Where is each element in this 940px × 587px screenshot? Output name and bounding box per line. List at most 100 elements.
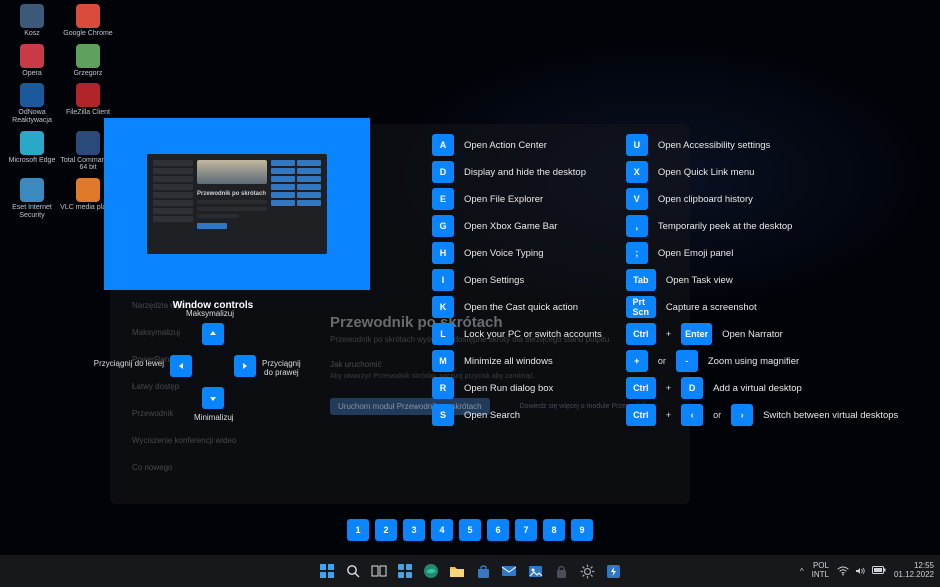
dpad-right-label: Przyciągnij do prawej (262, 359, 301, 377)
taskbar-taskview-icon[interactable] (368, 560, 390, 582)
shortcut-guide-thumbnail[interactable]: Przewodnik po skrótach (104, 118, 370, 290)
app-label: Google Chrome (63, 30, 112, 38)
shortcut-key: A (432, 134, 454, 156)
shortcut-key: S (432, 404, 454, 426)
taskbar-shortcut-7: 7 (515, 519, 537, 541)
shortcut-desc: Open Voice Typing (464, 248, 544, 259)
taskbar-settings-icon[interactable] (576, 560, 598, 582)
taskbar-lock-icon[interactable] (550, 560, 572, 582)
shortcut-row: AOpen Action Center (432, 134, 602, 156)
system-tray[interactable]: ^ POL INTL 12:55 01.12.2022 (800, 562, 934, 580)
desktop-icon-kosz[interactable]: Kosz (4, 4, 60, 38)
shortcut-desc: Open Xbox Game Bar (464, 221, 557, 232)
shortcut-desc: Add a virtual desktop (713, 383, 802, 394)
shortcut-row: +or-Zoom using magnifier (626, 350, 898, 372)
shortcut-key: › (731, 404, 753, 426)
shortcut-row: U Open Accessibility settings (626, 134, 898, 156)
shortcut-key: , (626, 215, 648, 237)
taskbar-mail-icon[interactable] (498, 560, 520, 582)
app-icon (76, 131, 100, 155)
app-icon (20, 131, 44, 155)
dpad-up-key[interactable] (202, 323, 224, 345)
wifi-icon[interactable] (837, 566, 849, 576)
shortcut-key: L (432, 323, 454, 345)
shortcut-desc: Open Search (464, 410, 520, 421)
desktop-icon-grzegorz[interactable]: Grzegorz (60, 44, 116, 78)
desktop-icon-opera[interactable]: Opera (4, 44, 60, 78)
shortcut-key: V (626, 188, 648, 210)
shortcut-desc: Open Narrator (722, 329, 783, 340)
taskbar-search-icon[interactable] (342, 560, 364, 582)
bg-side-item: Wyciszenie konferencji wideo (132, 436, 236, 445)
taskbar-center (316, 560, 624, 582)
dpad-down-key[interactable] (202, 387, 224, 409)
shortcut-row: H Open Voice Typing (432, 242, 602, 264)
battery-icon[interactable] (872, 566, 886, 576)
shortcut-desc: Lock your PC or switch accounts (464, 329, 602, 340)
app-label: Microsoft Edge (9, 157, 56, 165)
shortcut-desc: Open the Cast quick action (464, 302, 578, 313)
app-label: FileZilla Client (66, 109, 110, 117)
shortcut-key: D (432, 161, 454, 183)
tray-language-2[interactable]: INTL (812, 571, 829, 580)
taskbar-shortcut-5: 5 (459, 519, 481, 541)
shortcut-row: E Open File Explorer (432, 188, 602, 210)
plus-separator: + (666, 329, 671, 339)
app-label: OdNowa Reaktywacja (4, 109, 60, 124)
taskbar-shortcut-4: 4 (431, 519, 453, 541)
dpad-left-key[interactable] (170, 355, 192, 377)
window-controls-panel: Window controls Maksymalizuj Przyciągnij… (138, 300, 288, 423)
tray-status-icons[interactable] (837, 566, 886, 576)
shortcut-desc: Open Accessibility settings (658, 140, 770, 151)
shortcut-key: - (676, 350, 698, 372)
shortcut-key: ; (626, 242, 648, 264)
taskbar-widgets-icon[interactable] (394, 560, 416, 582)
volume-icon[interactable] (855, 566, 866, 576)
taskbar-files-icon[interactable] (446, 560, 468, 582)
taskbar-powertoys-icon[interactable] (602, 560, 624, 582)
shortcut-key: E (432, 188, 454, 210)
thumbnail-title: Przewodnik po skrótach (197, 191, 267, 197)
shortcut-key: X (626, 161, 648, 183)
shortcut-key: U (626, 134, 648, 156)
shortcut-row: Ctrl+‹or›Switch between virtual desktops (626, 404, 898, 426)
app-icon (20, 44, 44, 68)
taskbar-shortcut-9: 9 (571, 519, 593, 541)
desktop-icon-microsoft-edge[interactable]: Microsoft Edge (4, 131, 60, 165)
shortcut-key: H (432, 242, 454, 264)
shortcut-desc: Temporarily peek at the desktop (658, 221, 793, 232)
shortcut-row: Ctrl+EnterOpen Narrator (626, 323, 898, 345)
app-icon (76, 44, 100, 68)
taskbar[interactable]: ^ POL INTL 12:55 01.12.2022 (0, 555, 940, 587)
desktop-icon-google-chrome[interactable]: Google Chrome (60, 4, 116, 38)
taskbar-shortcut-2: 2 (375, 519, 397, 541)
tray-date[interactable]: 01.12.2022 (894, 571, 934, 580)
desktop-icon-eset-internet-security[interactable]: Eset Internet Security (4, 178, 60, 219)
shortcut-desc: Open Run dialog box (464, 383, 553, 394)
shortcut-desc: Capture a screenshot (666, 302, 757, 313)
plus-separator: + (666, 410, 671, 420)
shortcut-key: + (626, 350, 648, 372)
tray-chevron-icon[interactable]: ^ (800, 567, 804, 576)
shortcut-key: M (432, 350, 454, 372)
desktop-icon-odnowa-reaktywacja[interactable]: OdNowa Reaktywacja (4, 83, 60, 124)
shortcut-desc: Switch between virtual desktops (763, 410, 898, 421)
shortcut-row: GOpen Xbox Game Bar (432, 215, 602, 237)
shortcut-key: Enter (681, 323, 712, 345)
desktop-icon-filezilla-client[interactable]: FileZilla Client (60, 83, 116, 117)
plus-separator: + (666, 383, 671, 393)
taskbar-start-icon[interactable] (316, 560, 338, 582)
taskbar-store-icon[interactable] (472, 560, 494, 582)
taskbar-edge-icon[interactable] (420, 560, 442, 582)
dpad-right-key[interactable] (234, 355, 256, 377)
shortcut-row: PrtScnCapture a screenshot (626, 296, 898, 318)
shortcut-desc: Open File Explorer (464, 194, 543, 205)
app-label: Eset Internet Security (4, 204, 60, 219)
taskbar-shortcut-1: 1 (347, 519, 369, 541)
app-icon (20, 4, 44, 28)
or-separator: or (658, 356, 666, 366)
taskbar-photos-icon[interactable] (524, 560, 546, 582)
taskbar-number-shortcuts: 123456789 (347, 519, 593, 541)
shortcut-desc: Display and hide the desktop (464, 167, 586, 178)
shortcut-row: ;Open Emoji panel (626, 242, 898, 264)
